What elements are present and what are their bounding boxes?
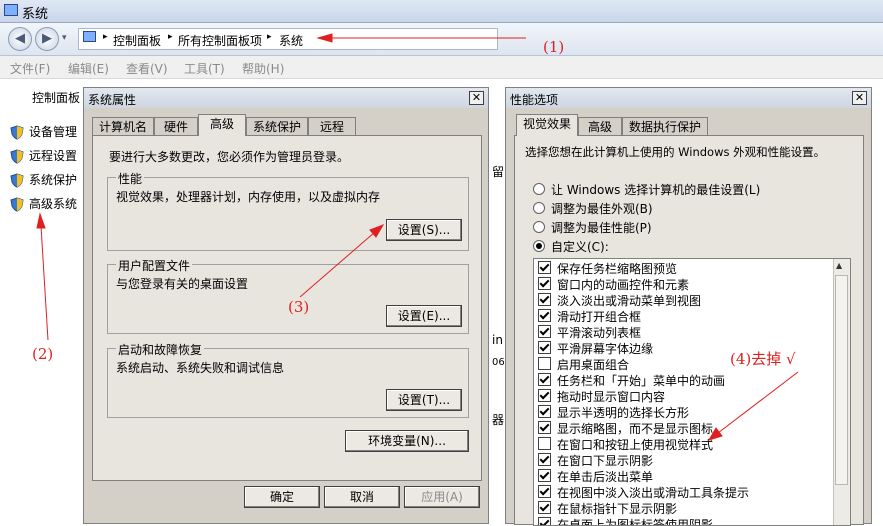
arrow-2-line (40, 225, 49, 341)
arrow-3-line (299, 231, 376, 298)
arrow-2-head (36, 212, 46, 229)
arrow-4-head (707, 427, 723, 441)
annotation-overlay (36, 33, 799, 441)
tab-visual-effects[interactable]: 视觉效果 (516, 114, 578, 136)
annotation-1: (1) (543, 38, 565, 56)
tab-advanced[interactable]: 高级 (198, 114, 246, 136)
arrow-4-line (717, 371, 799, 434)
arrow-1-head (316, 33, 333, 43)
annotation-2: (2) (32, 345, 54, 363)
annotation-4: (4)去掉 √ (730, 350, 796, 368)
annotation-3: (3) (288, 298, 310, 316)
